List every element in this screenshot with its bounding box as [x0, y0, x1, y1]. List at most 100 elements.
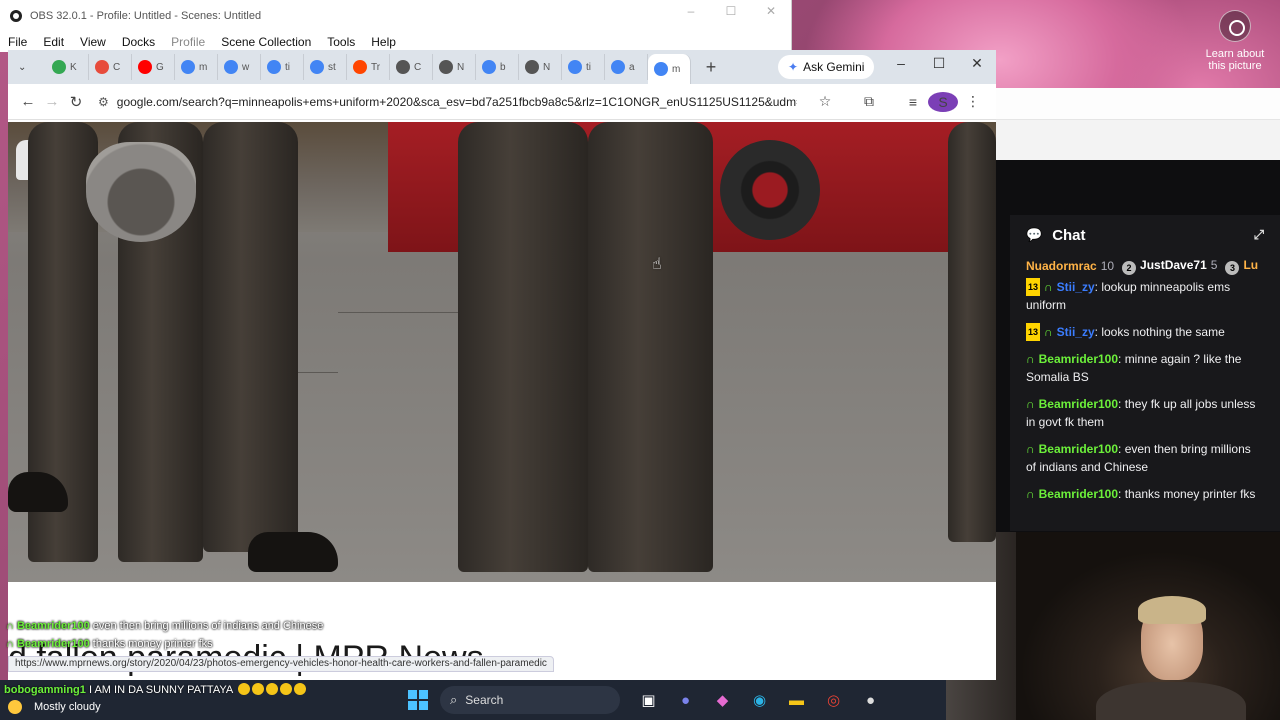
- emoji-icon: [237, 683, 250, 695]
- weather-widget[interactable]: Mostly cloudy: [8, 700, 101, 714]
- chrome-minimize-button[interactable]: –: [882, 55, 920, 72]
- windows-start-icon[interactable]: [408, 690, 428, 710]
- browser-tab[interactable]: b: [476, 54, 519, 80]
- chat-message-list: 13 ∩ Stii_zy: lookup minneapolis ems unifo…: [1026, 278, 1264, 503]
- extensions-icon[interactable]: ⧉: [854, 93, 884, 110]
- obs-logo-icon: [10, 10, 22, 22]
- chat-badge-icon[interactable]: ∩: [1026, 442, 1035, 456]
- search-icon: ⌕: [450, 692, 458, 707]
- tab-favicon-icon: [654, 62, 668, 76]
- tab-favicon-icon: [568, 60, 582, 74]
- browser-tab[interactable]: G: [132, 54, 175, 80]
- sub-badge[interactable]: 13: [1026, 323, 1041, 341]
- chat-leaderboard: Nuadormrac 10 2 JustDave71 5 3 Lu: [1026, 255, 1264, 277]
- tab-strip: ⌄ K C Gm w ti st Tr C Nb Nti a m + ✦ Ask Gemini – ☐…: [8, 50, 996, 84]
- browser-tab[interactable]: N: [433, 54, 476, 80]
- weather-sun-icon: [8, 700, 22, 714]
- profile-avatar-button[interactable]: S: [928, 91, 958, 112]
- menu-profile[interactable]: Profile: [171, 35, 205, 49]
- browser-tab[interactable]: K: [46, 54, 89, 80]
- reload-icon[interactable]: ↻: [64, 93, 88, 111]
- browser-tab[interactable]: a: [605, 54, 648, 80]
- browser-tab[interactable]: Tr: [347, 54, 390, 80]
- browser-tab[interactable]: C: [89, 54, 132, 80]
- obs-minimize-button[interactable]: –: [671, 4, 711, 18]
- menu-file[interactable]: File: [8, 35, 27, 49]
- weather-label: Mostly cloudy: [34, 701, 101, 713]
- photo-person-leg: [458, 122, 588, 572]
- menu-tools[interactable]: Tools: [327, 35, 355, 49]
- copilot-icon[interactable]: ◆: [704, 688, 741, 712]
- obs-close-button[interactable]: ✕: [751, 4, 791, 18]
- obs-taskbar-icon[interactable]: ●: [852, 688, 889, 712]
- forward-arrow-icon[interactable]: →: [40, 93, 64, 110]
- chrome-maximize-button[interactable]: ☐: [920, 55, 958, 72]
- ask-gemini-button[interactable]: ✦ Ask Gemini: [778, 55, 875, 79]
- chat-username[interactable]: Beamrider100: [1039, 397, 1118, 411]
- kebab-menu-icon[interactable]: ⋮: [958, 93, 988, 110]
- browser-tab[interactable]: w: [218, 54, 261, 80]
- menu-scene-collection[interactable]: Scene Collection: [221, 35, 311, 49]
- emoji-icon: [279, 683, 292, 695]
- leaderboard-entry[interactable]: 2 JustDave71 5: [1122, 258, 1217, 275]
- chat-username[interactable]: Beamrider100: [1039, 487, 1118, 501]
- task-view-icon[interactable]: ▣: [630, 688, 667, 712]
- browser-tab[interactable]: st: [304, 54, 347, 80]
- file-explorer-icon[interactable]: ▬: [778, 688, 815, 712]
- chat-badge-icon[interactable]: ∩: [1026, 352, 1035, 366]
- overlay-chat-line: ∩ Beamrider100 thanks money printer fks: [6, 638, 213, 650]
- chat-badge-icon[interactable]: ∩: [1044, 280, 1053, 294]
- browser-tab[interactable]: m: [648, 54, 691, 84]
- chat-badge-icon[interactable]: ∩: [1026, 397, 1035, 411]
- tab-favicon-icon: [310, 60, 324, 74]
- chrome-icon[interactable]: ◎: [815, 688, 852, 712]
- sub-badge[interactable]: 13: [1026, 278, 1041, 296]
- browser-tab[interactable]: C: [390, 54, 433, 80]
- chat-message: 13 ∩ Stii_zy: looks nothing the same: [1026, 323, 1225, 341]
- tab-label: st: [328, 61, 336, 73]
- photo-boot: [248, 532, 338, 572]
- search-result-image[interactable]: ☝: [8, 122, 996, 582]
- url-text[interactable]: google.com/search?q=minneapolis+ems+unif…: [117, 95, 797, 109]
- browser-tab[interactable]: ti: [562, 54, 605, 80]
- chat-badge-icon[interactable]: ∩: [1026, 487, 1035, 501]
- tab-favicon-icon: [95, 60, 109, 74]
- edge-icon[interactable]: ◉: [741, 688, 778, 712]
- tab-favicon-icon: [138, 60, 152, 74]
- menu-edit[interactable]: Edit: [43, 35, 64, 49]
- browser-tab[interactable]: N: [519, 54, 562, 80]
- chrome-close-button[interactable]: ✕: [958, 55, 996, 72]
- browser-tab[interactable]: ti: [261, 54, 304, 80]
- site-info-icon[interactable]: ⚙: [98, 95, 109, 109]
- chat-username[interactable]: Beamrider100: [1039, 442, 1118, 456]
- tab-label: Tr: [371, 61, 381, 73]
- new-tab-button[interactable]: +: [699, 57, 723, 78]
- chat-username[interactable]: Beamrider100: [1039, 352, 1118, 366]
- tab-favicon-icon: [482, 60, 496, 74]
- tab-label: m: [672, 63, 681, 75]
- omnibox[interactable]: ⚙ google.com/search?q=minneapolis+ems+un…: [92, 87, 810, 116]
- teams-icon[interactable]: ●: [667, 688, 704, 712]
- menu-docks[interactable]: Docks: [122, 35, 155, 49]
- bookmark-star-icon[interactable]: ☆: [810, 93, 840, 110]
- obs-title: OBS 32.0.1 - Profile: Untitled - Scenes:…: [30, 10, 262, 22]
- learn-about-picture[interactable]: Learn about this picture: [1205, 8, 1265, 72]
- popout-icon[interactable]: ⤢: [1254, 227, 1264, 243]
- photo-person-leg: [588, 122, 713, 572]
- taskbar-search-box[interactable]: ⌕ Search: [440, 686, 620, 714]
- chat-username[interactable]: Stii_zy: [1057, 325, 1095, 339]
- menu-view[interactable]: View: [80, 35, 106, 49]
- leaderboard-entry[interactable]: 3 Lu: [1225, 258, 1258, 275]
- back-arrow-icon[interactable]: ←: [16, 93, 40, 110]
- photo-person-leg: [203, 122, 298, 552]
- chat-badge-icon[interactable]: ∩: [1044, 325, 1053, 339]
- browser-tab[interactable]: m: [175, 54, 218, 80]
- tab-favicon-icon: [224, 60, 238, 74]
- tab-search-chevron-icon[interactable]: ⌄: [18, 62, 38, 73]
- chat-message: 13 ∩ Stii_zy: lookup minneapolis ems unifo…: [1026, 278, 1231, 312]
- menu-help[interactable]: Help: [371, 35, 396, 49]
- media-controls-icon[interactable]: ≡: [898, 94, 928, 110]
- chat-username[interactable]: Stii_zy: [1057, 280, 1095, 294]
- leaderboard-entry[interactable]: Nuadormrac 10: [1026, 259, 1114, 273]
- obs-maximize-button[interactable]: ☐: [711, 4, 751, 18]
